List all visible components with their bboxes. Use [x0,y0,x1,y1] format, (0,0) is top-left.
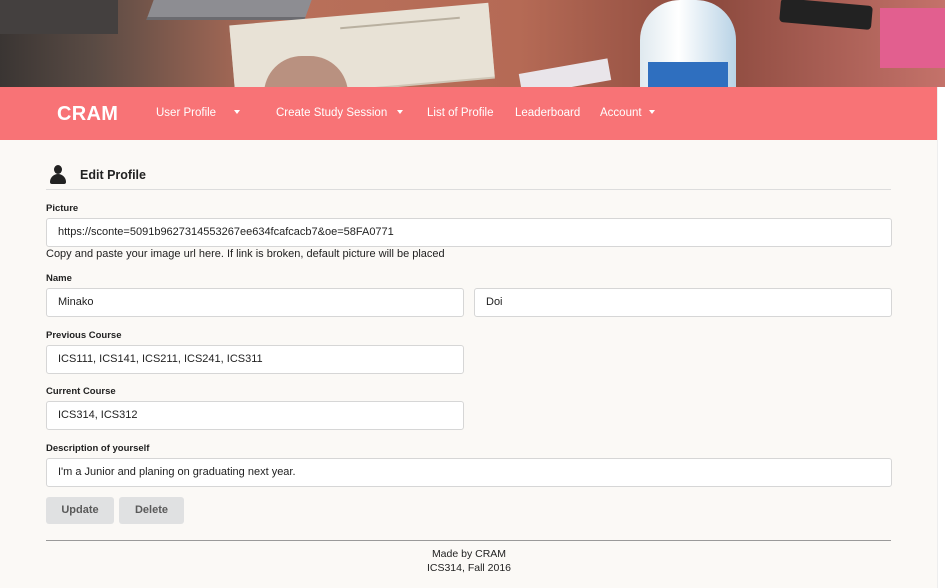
phone-shape [779,0,873,30]
description-label: Description of yourself [46,443,150,454]
footer-credit: Made by CRAM [431,548,507,560]
bottle-label-shape [648,62,728,87]
top-navbar: CRAM User Profile Create Study Session L… [0,87,945,140]
name-label: Name [46,273,72,284]
first-name-input[interactable]: Minako [46,288,464,317]
laptop-keyboard-shape [0,0,118,34]
pink-object-shape [880,8,945,68]
picture-url-input[interactable]: https://sconte=5091b9627314553267ee634fc… [46,218,892,247]
paper-shape [518,58,612,87]
laptop-shape [146,0,312,20]
chevron-down-icon[interactable] [649,110,655,114]
description-input[interactable]: I'm a Junior and planing on graduating n… [46,458,892,487]
nav-list-of-profile[interactable]: List of Profile [427,107,493,119]
footer-course: ICS314, Fall 2016 [426,562,512,574]
update-button[interactable]: Update [46,497,114,524]
picture-label: Picture [46,203,79,214]
brand-logo[interactable]: CRAM [57,103,118,126]
nav-user-profile[interactable]: User Profile [156,107,216,119]
section-header: Edit Profile [46,160,891,190]
page-title: Edit Profile [80,168,146,182]
footer-divider [46,540,891,541]
picture-help-text: Copy and paste your image url here. If l… [46,248,445,260]
nav-account[interactable]: Account [600,107,642,119]
chevron-down-icon[interactable] [234,110,240,114]
side-scroll-strip [937,87,945,588]
delete-button[interactable]: Delete [119,497,184,524]
current-course-label: Current Course [46,386,116,397]
chevron-down-icon[interactable] [397,110,403,114]
nav-leaderboard[interactable]: Leaderboard [515,107,580,119]
previous-course-input[interactable]: ICS111, ICS141, ICS211, ICS241, ICS311 [46,345,464,374]
previous-course-label: Previous Course [46,330,122,341]
user-icon [50,165,66,185]
last-name-input[interactable]: Doi [474,288,892,317]
current-course-input[interactable]: ICS314, ICS312 [46,401,464,430]
hero-banner-image [0,0,945,87]
nav-create-study-session[interactable]: Create Study Session [276,107,387,119]
